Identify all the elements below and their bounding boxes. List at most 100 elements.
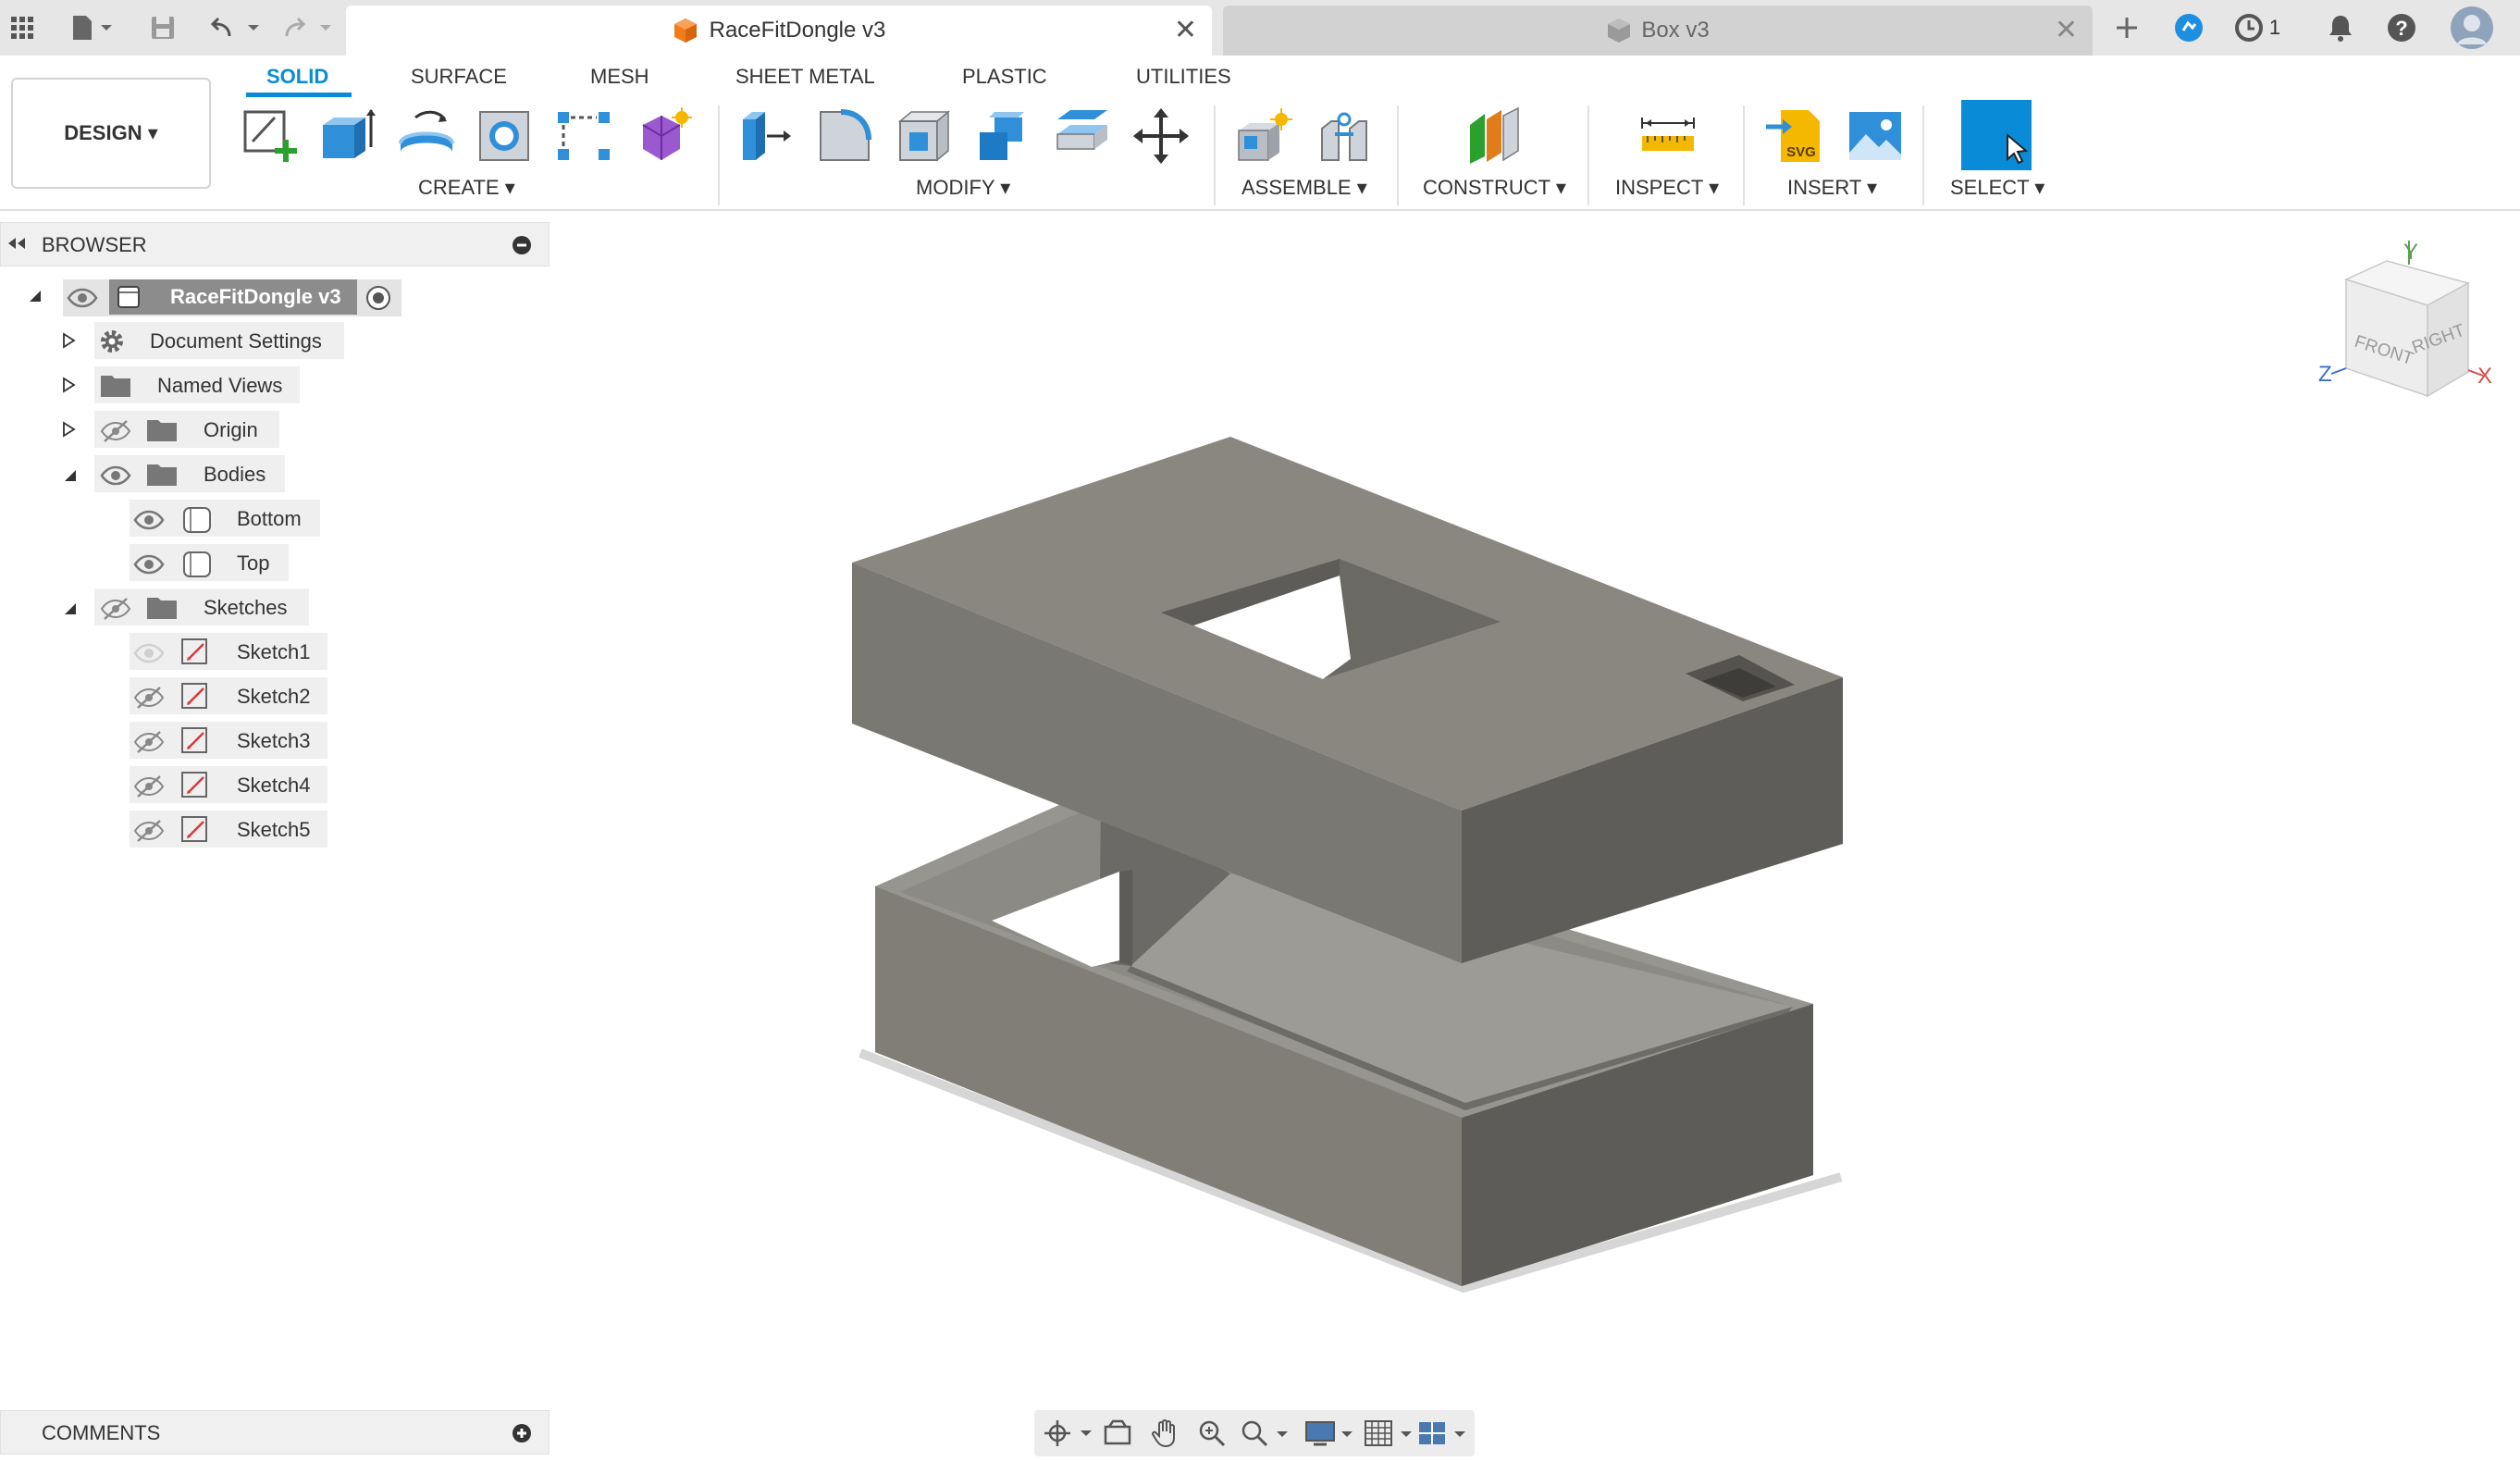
create-form-icon[interactable] bbox=[633, 104, 694, 168]
redo-icon[interactable] bbox=[278, 0, 337, 56]
visibility-eye-icon[interactable] bbox=[133, 507, 165, 538]
tab-solid[interactable]: SOLID bbox=[266, 65, 328, 89]
hidden-eye-icon[interactable] bbox=[133, 685, 165, 715]
hidden-eye-icon[interactable] bbox=[133, 818, 165, 848]
body-icon bbox=[181, 550, 213, 584]
sketch-visibility-eye-icon[interactable] bbox=[133, 640, 165, 671]
select-icon[interactable] bbox=[1961, 100, 2032, 170]
help-icon[interactable]: ? bbox=[2383, 0, 2420, 56]
move-copy-icon[interactable] bbox=[1130, 104, 1192, 168]
root-component-label[interactable]: RaceFitDongle v3 bbox=[170, 285, 341, 309]
hidden-eye-icon[interactable] bbox=[133, 774, 165, 804]
insert-svg-icon[interactable]: SVG bbox=[1763, 104, 1824, 168]
expand-triangle-icon[interactable] bbox=[57, 374, 80, 396]
sketch-label[interactable]: Sketch1 bbox=[237, 640, 311, 664]
joint-icon[interactable] bbox=[1314, 104, 1375, 168]
press-pull-icon[interactable] bbox=[735, 104, 796, 168]
shell-icon[interactable] bbox=[894, 104, 955, 168]
zoom-icon[interactable] bbox=[1193, 1418, 1230, 1449]
tab-surface[interactable]: SURFACE bbox=[411, 65, 507, 89]
file-menu-icon[interactable] bbox=[61, 0, 120, 56]
sketch-label[interactable]: Sketch3 bbox=[237, 729, 311, 753]
tab-mesh[interactable]: MESH bbox=[590, 65, 649, 89]
comments-title: COMMENTS bbox=[42, 1421, 161, 1444]
origin-label[interactable]: Origin bbox=[204, 418, 258, 442]
extensions-icon[interactable] bbox=[2170, 0, 2207, 56]
tab-box[interactable]: Box v3 ✕ bbox=[1223, 6, 2093, 56]
offset-face-icon[interactable] bbox=[1053, 104, 1114, 168]
hidden-eye-icon[interactable] bbox=[100, 418, 131, 449]
sketch-label[interactable]: Sketch2 bbox=[237, 685, 311, 709]
body-bottom-label[interactable]: Bottom bbox=[237, 507, 302, 531]
insert-canvas-icon[interactable] bbox=[1845, 104, 1906, 168]
model-viewport[interactable]: Y Z X FRONT RIGHT bbox=[555, 209, 2520, 1403]
axis-x-label: X bbox=[2477, 364, 2492, 389]
minimize-panel-icon[interactable] bbox=[512, 235, 532, 260]
job-status-icon[interactable]: 1 bbox=[2230, 0, 2285, 56]
create-menu[interactable]: CREATE ▾ bbox=[418, 176, 515, 200]
activate-radio-icon[interactable] bbox=[364, 284, 392, 316]
undo-icon[interactable] bbox=[207, 0, 263, 56]
add-comment-icon[interactable] bbox=[512, 1423, 532, 1448]
hole-icon[interactable] bbox=[474, 104, 535, 168]
user-avatar-icon[interactable] bbox=[2448, 0, 2496, 56]
fillet-icon[interactable] bbox=[814, 104, 875, 168]
revolve-icon[interactable] bbox=[396, 104, 457, 168]
sketch-icon bbox=[179, 770, 211, 806]
insert-menu[interactable]: INSERT ▾ bbox=[1787, 176, 1877, 200]
folder-icon bbox=[146, 416, 178, 447]
save-icon[interactable] bbox=[144, 0, 181, 56]
look-at-icon[interactable] bbox=[1099, 1418, 1136, 1449]
sketch-label[interactable]: Sketch5 bbox=[237, 818, 311, 842]
visibility-eye-icon[interactable] bbox=[100, 463, 131, 493]
tab-sheet-metal[interactable]: SHEET METAL bbox=[735, 65, 875, 89]
hidden-eye-icon[interactable] bbox=[100, 596, 131, 626]
pan-hand-icon[interactable] bbox=[1147, 1418, 1184, 1449]
create-sketch-icon[interactable] bbox=[239, 104, 300, 168]
separator bbox=[1922, 105, 1924, 205]
collapse-triangle-icon[interactable] bbox=[24, 285, 46, 307]
zoom-window-icon[interactable] bbox=[1240, 1418, 1291, 1449]
select-menu[interactable]: SELECT ▾ bbox=[1950, 176, 2044, 200]
expand-triangle-icon[interactable] bbox=[57, 329, 80, 352]
tab-racefitdongle[interactable]: RaceFitDongle v3 ✕ bbox=[346, 6, 1212, 56]
bodies-label[interactable]: Bodies bbox=[204, 463, 266, 487]
viewports-icon[interactable] bbox=[1417, 1418, 1469, 1449]
construct-menu[interactable]: CONSTRUCT ▾ bbox=[1423, 176, 1566, 200]
collapse-triangle-icon[interactable] bbox=[59, 464, 81, 487]
collapse-triangle-icon[interactable] bbox=[59, 598, 81, 620]
visibility-eye-icon[interactable] bbox=[67, 285, 98, 316]
assemble-menu[interactable]: ASSEMBLE ▾ bbox=[1241, 176, 1367, 200]
sketch-label[interactable]: Sketch4 bbox=[237, 774, 311, 798]
visibility-eye-icon[interactable] bbox=[133, 551, 165, 582]
document-settings-label[interactable]: Document Settings bbox=[150, 329, 322, 353]
close-tab-icon[interactable]: ✕ bbox=[2055, 17, 2078, 44]
body-top-label[interactable]: Top bbox=[237, 551, 269, 576]
combine-icon[interactable] bbox=[973, 104, 1034, 168]
inspect-menu[interactable]: INSPECT ▾ bbox=[1615, 176, 1719, 200]
notifications-bell-icon[interactable] bbox=[2322, 0, 2359, 56]
orbit-icon[interactable] bbox=[1042, 1418, 1093, 1449]
viewcube[interactable]: Y Z X FRONT RIGHT bbox=[2318, 240, 2492, 398]
named-views-label[interactable]: Named Views bbox=[157, 374, 282, 398]
job-count: 1 bbox=[2268, 16, 2281, 39]
sketches-label[interactable]: Sketches bbox=[204, 596, 288, 620]
hidden-eye-icon[interactable] bbox=[133, 729, 165, 760]
new-component-icon[interactable] bbox=[1234, 104, 1295, 168]
navigation-bar bbox=[1034, 1410, 1475, 1456]
display-settings-icon[interactable] bbox=[1304, 1418, 1356, 1449]
modify-menu[interactable]: MODIFY ▾ bbox=[916, 176, 1010, 200]
pattern-icon[interactable] bbox=[553, 104, 614, 168]
workspace-switcher-button[interactable]: DESIGN ▾ bbox=[11, 78, 211, 189]
expand-triangle-icon[interactable] bbox=[57, 418, 80, 440]
app-grid-icon[interactable] bbox=[4, 0, 41, 56]
measure-icon[interactable] bbox=[1637, 104, 1699, 168]
extrude-icon[interactable] bbox=[316, 104, 377, 168]
tab-utilities[interactable]: UTILITIES bbox=[1136, 65, 1231, 89]
new-tab-icon[interactable] bbox=[2106, 0, 2148, 56]
collapse-panel-icon[interactable] bbox=[6, 232, 27, 259]
tab-plastic[interactable]: PLASTIC bbox=[962, 65, 1047, 89]
grid-settings-icon[interactable] bbox=[1364, 1418, 1415, 1449]
offset-plane-icon[interactable] bbox=[1464, 104, 1525, 168]
close-tab-icon[interactable]: ✕ bbox=[1174, 17, 1197, 44]
